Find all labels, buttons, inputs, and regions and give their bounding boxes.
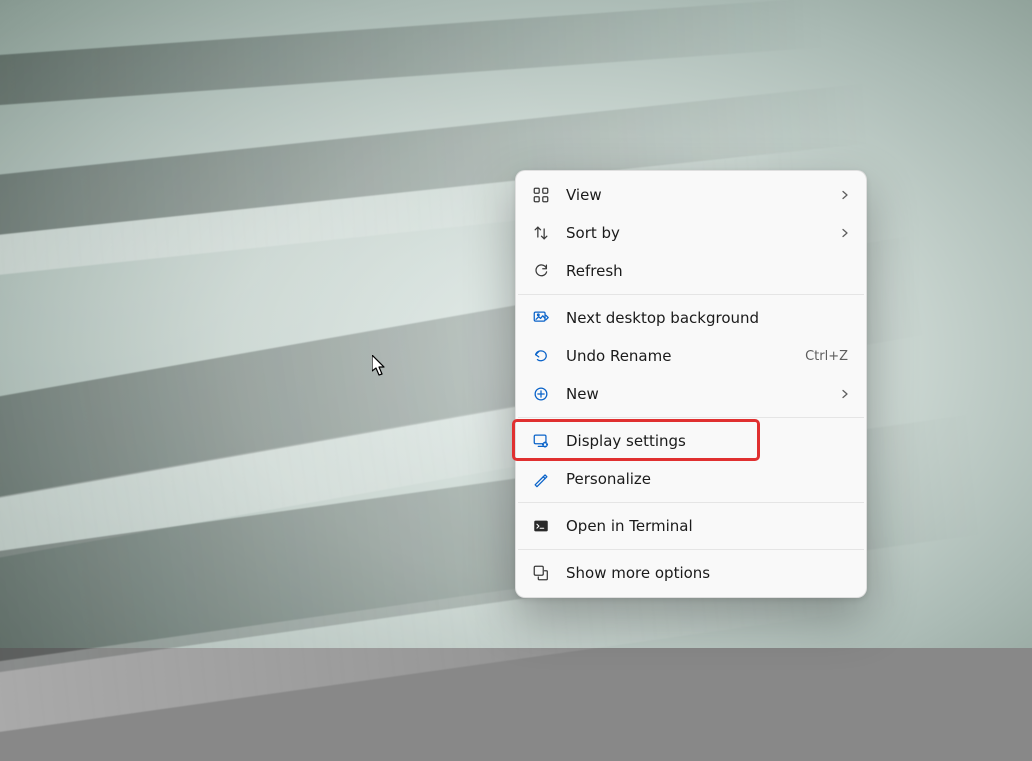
display-settings-icon bbox=[532, 432, 550, 450]
personalize-icon bbox=[532, 470, 550, 488]
view-grid-icon bbox=[532, 186, 550, 204]
menu-item-refresh[interactable]: Refresh bbox=[516, 252, 866, 290]
chevron-right-icon bbox=[838, 224, 850, 242]
menu-item-label: New bbox=[566, 385, 822, 403]
desktop-context-menu: View Sort by Refresh Next desktop backgroun… bbox=[515, 170, 867, 598]
menu-item-label: Open in Terminal bbox=[566, 517, 850, 535]
next-background-icon bbox=[532, 309, 550, 327]
menu-item-label: Next desktop background bbox=[566, 309, 850, 327]
menu-item-next-bg[interactable]: Next desktop background bbox=[516, 299, 866, 337]
menu-item-label: View bbox=[566, 186, 822, 204]
sort-icon bbox=[532, 224, 550, 242]
menu-item-undo[interactable]: Undo Rename Ctrl+Z bbox=[516, 337, 866, 375]
menu-item-display[interactable]: Display settings bbox=[516, 422, 866, 460]
menu-item-label: Sort by bbox=[566, 224, 822, 242]
menu-item-new[interactable]: New bbox=[516, 375, 866, 413]
terminal-icon bbox=[532, 517, 550, 535]
menu-item-show-more[interactable]: Show more options bbox=[516, 554, 866, 592]
menu-item-shortcut: Ctrl+Z bbox=[805, 349, 850, 364]
menu-item-label: Undo Rename bbox=[566, 347, 789, 365]
undo-icon bbox=[532, 347, 550, 365]
show-more-icon bbox=[532, 564, 550, 582]
chevron-right-icon bbox=[838, 385, 850, 403]
menu-item-view[interactable]: View bbox=[516, 176, 866, 214]
menu-item-label: Show more options bbox=[566, 564, 850, 582]
menu-item-label: Personalize bbox=[566, 470, 850, 488]
menu-item-personalize[interactable]: Personalize bbox=[516, 460, 866, 498]
menu-separator bbox=[518, 549, 864, 550]
menu-separator bbox=[518, 294, 864, 295]
menu-separator bbox=[518, 502, 864, 503]
refresh-icon bbox=[532, 262, 550, 280]
menu-item-sortby[interactable]: Sort by bbox=[516, 214, 866, 252]
menu-item-label: Refresh bbox=[566, 262, 850, 280]
chevron-right-icon bbox=[838, 186, 850, 204]
menu-item-terminal[interactable]: Open in Terminal bbox=[516, 507, 866, 545]
menu-separator bbox=[518, 417, 864, 418]
menu-item-label: Display settings bbox=[566, 432, 850, 450]
plus-circle-icon bbox=[532, 385, 550, 403]
